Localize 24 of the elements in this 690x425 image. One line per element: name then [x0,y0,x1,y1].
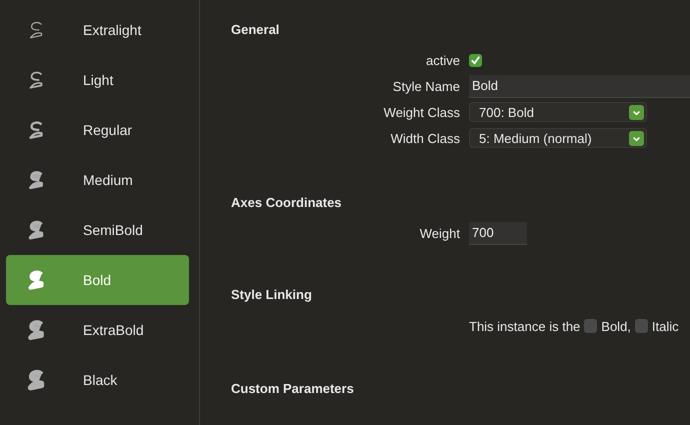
section-heading: Style Linking [231,287,313,303]
section-heading: Axes Coordinates [231,195,343,211]
field-label: Style Name [392,78,460,94]
weight-class-dropdown[interactable]: 700: Bold [469,102,647,122]
sidebar-item[interactable]: ExtraBold [6,305,189,355]
section-heading: Custom Parameters [231,381,355,397]
field-label: Weight Class [382,104,460,120]
style-name-field[interactable]: Bold [469,74,690,98]
sidebar-item[interactable]: Regular [6,105,189,155]
checkbox-label: Italic [652,318,679,334]
width-class-dropdown[interactable]: 5: Medium (normal) [469,128,647,148]
sidebar-item[interactable]: Light [6,55,189,105]
field-label: active [425,52,460,68]
sidebar-item[interactable]: Black [6,355,189,405]
sidebar-item[interactable]: Medium [6,155,189,205]
field-label: Width Class [390,130,460,146]
sidebar-item[interactable]: Extralight [6,5,189,55]
section-heading: General [231,22,280,38]
checkbox-label: Bold, [601,318,631,334]
sidebar-item[interactable]: SemiBold [6,205,189,255]
linking-text: This instance is the [469,318,580,334]
field-label: Weight [418,226,460,240]
weight-field[interactable]: 700 [469,222,527,244]
sidebar-item[interactable]: Bold [6,255,189,305]
